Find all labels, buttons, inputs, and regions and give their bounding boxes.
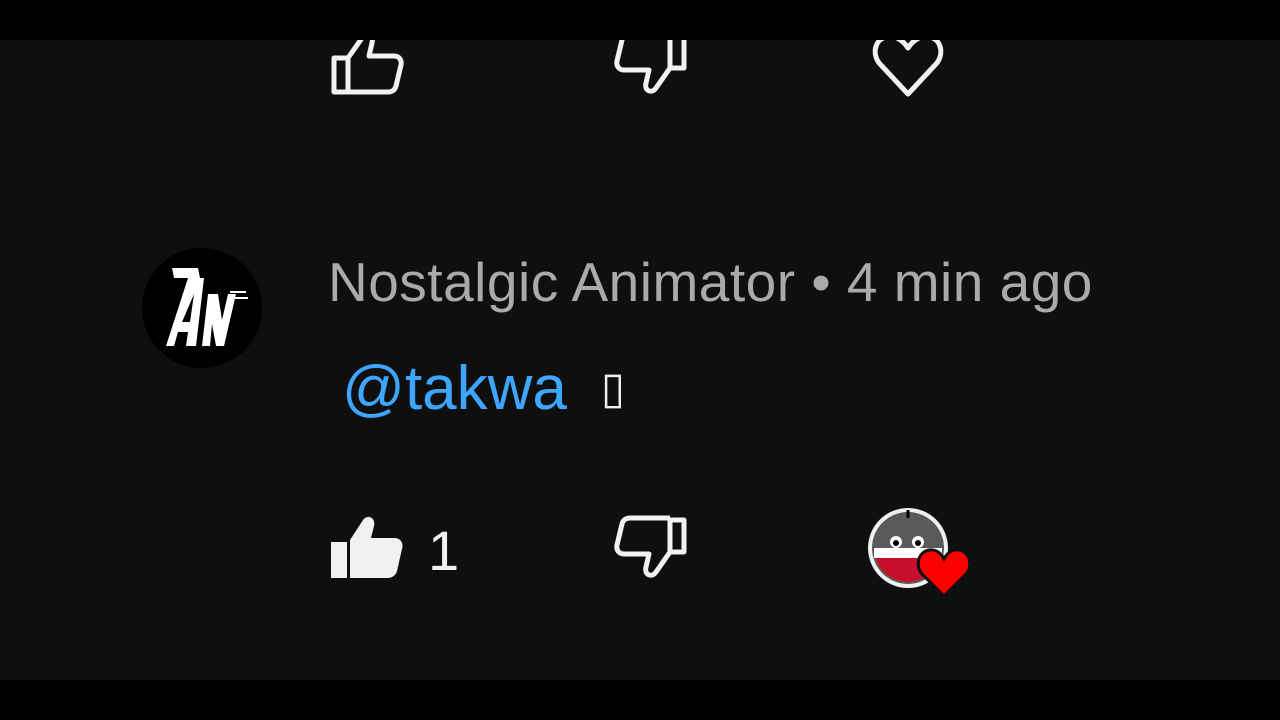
letterbox-top — [0, 0, 1280, 40]
mention-link[interactable]: @takwa — [342, 354, 567, 423]
author-name[interactable]: Nostalgic Animator — [328, 251, 796, 313]
comment-header: Nostalgic Animator • 4 min ago — [328, 250, 1093, 314]
unrendered-emoji: ▯ — [600, 364, 626, 413]
timestamp: 4 min ago — [846, 251, 1093, 313]
heart-filled-icon — [916, 548, 972, 598]
avatar[interactable] — [142, 248, 262, 368]
comment-body: @takwa ▯ — [342, 353, 625, 424]
thumbs-down-outline-icon — [614, 40, 687, 94]
thumbs-up-outline-icon — [331, 40, 404, 95]
channel-logo-icon — [142, 248, 262, 368]
dislike-button[interactable] — [614, 514, 690, 580]
like-button[interactable] — [328, 514, 404, 580]
prev-heart-button[interactable] — [870, 40, 946, 100]
prev-like-button[interactable] — [328, 40, 404, 96]
letterbox-bottom — [0, 680, 1280, 720]
heart-outline-icon — [872, 40, 944, 97]
comment-thread: Nostalgic Animator • 4 min ago @takwa ▯ 1 — [0, 40, 1280, 680]
like-count: 1 — [428, 519, 460, 582]
prev-dislike-button[interactable] — [614, 40, 690, 96]
thumbs-up-filled-icon — [331, 516, 403, 578]
creator-heart-badge[interactable] — [866, 506, 976, 602]
thumbs-down-outline-icon — [614, 515, 687, 578]
header-separator: • — [811, 251, 832, 313]
